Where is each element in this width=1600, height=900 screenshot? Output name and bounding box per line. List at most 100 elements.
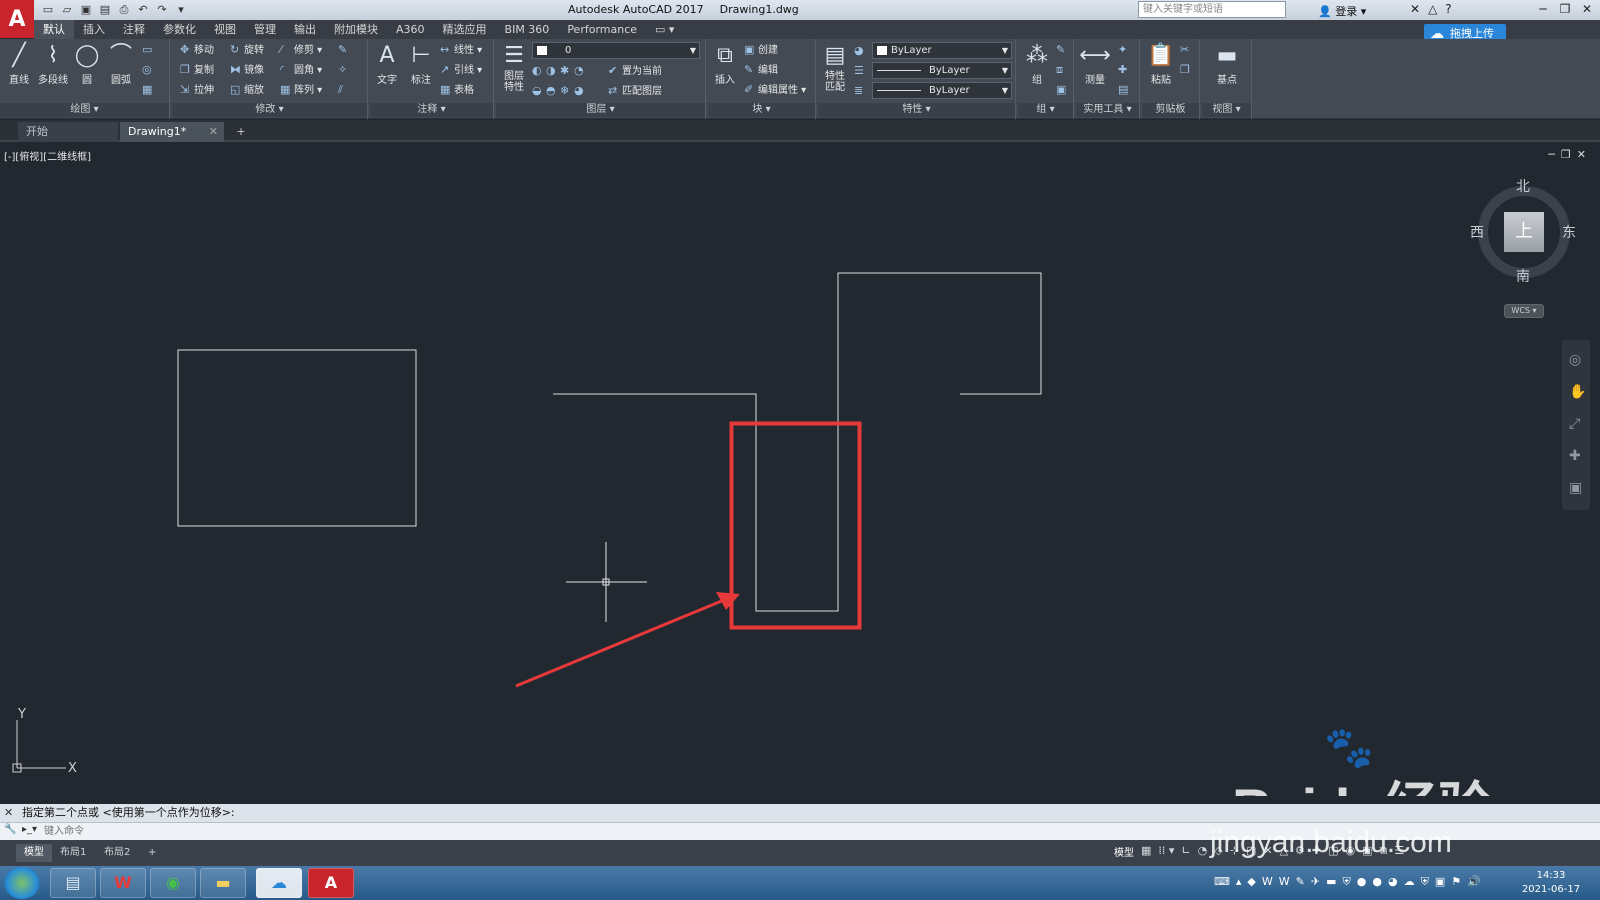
erase-tool[interactable]: ✎ [338, 41, 352, 59]
wcs-menu-button[interactable]: WCS ▾ [1504, 304, 1544, 318]
tab-default[interactable]: 默认 [34, 20, 74, 39]
make-current-tool[interactable]: ✔ 置为当前 [608, 62, 662, 80]
tray-security-icon[interactable]: ◆ [1247, 875, 1255, 889]
group-tool[interactable]: ⁂ 组 [1020, 41, 1054, 86]
match-layer-tool[interactable]: ⇄ 匹配图层 [608, 82, 662, 100]
fillet-tool[interactable]: ◜ 圆角 ▾ [280, 61, 322, 79]
a360-icon[interactable]: △ [1428, 2, 1437, 16]
quick-select-icon[interactable]: ✦ [1118, 41, 1132, 59]
ungroup-icon[interactable]: ⧈ [1056, 61, 1070, 79]
compass-east[interactable]: 东 [1562, 222, 1576, 242]
viewcube[interactable]: 上 北 南 东 西 [1470, 176, 1576, 285]
tab-bim360[interactable]: BIM 360 [496, 20, 559, 39]
linear-dim-tool[interactable]: ↔ 线性 ▾ [440, 41, 482, 59]
tray-flag-icon[interactable]: ⚑ [1451, 875, 1461, 889]
polyline-tool[interactable]: ⌇ 多段线 [36, 41, 70, 86]
create-block-tool[interactable]: ▣ 创建 [744, 41, 778, 59]
move-tool[interactable]: ✥ 移动 [180, 41, 214, 59]
pan-icon[interactable]: ✋ [1569, 384, 1586, 400]
stretch-tool[interactable]: ⇲ 拉伸 [180, 81, 214, 99]
base-view-tool[interactable]: ▬ 基点 [1210, 41, 1244, 86]
keyboard-icon[interactable]: ⌨ [1214, 875, 1230, 889]
scale-tool[interactable]: ◱ 缩放 [230, 81, 264, 99]
close-window-button[interactable]: ✕ [1576, 0, 1598, 18]
compass-north[interactable]: 北 [1516, 176, 1530, 196]
exchange-icon[interactable]: ✕ [1410, 2, 1420, 16]
layer-tools-row2[interactable]: ◒ ◓ ❄ ◕ [532, 82, 588, 100]
taskbar-browser-icon[interactable]: ◉ [150, 868, 196, 898]
help-icon[interactable]: ? [1445, 2, 1451, 16]
tray-shield-icon[interactable]: ⛨ [1343, 875, 1351, 889]
ortho-icon[interactable]: ∟ [1181, 844, 1190, 859]
rectangle-shape[interactable] [177, 349, 417, 527]
panel-groups-title[interactable]: 组 ▾ [1018, 103, 1073, 117]
orbit-icon[interactable]: ✚ [1569, 448, 1581, 464]
layer-tools-row1[interactable]: ◐ ◑ ✱ ◔ [532, 62, 588, 80]
line-tool[interactable]: ╱ 直线 [2, 41, 36, 86]
insert-block-tool[interactable]: ⧉ 插入 [708, 41, 742, 86]
add-layout-button[interactable]: + [140, 844, 164, 862]
save-as-icon[interactable]: ▤ [97, 2, 113, 18]
tab-output[interactable]: 输出 [285, 20, 325, 39]
copy-tool[interactable]: ❐ 复制 [180, 61, 214, 79]
viewcube-top-face[interactable]: 上 [1504, 212, 1544, 252]
panel-utilities-title[interactable]: 实用工具 ▾ [1076, 103, 1139, 117]
taskbar-file-icon[interactable]: ▤ [50, 868, 96, 898]
panel-properties-title[interactable]: 特性 ▾ [818, 103, 1015, 117]
taskbar-explorer-icon[interactable]: ▬ [200, 868, 246, 898]
trim-tool[interactable]: ⁄ 修剪 ▾ [280, 41, 322, 59]
tray-wps2-icon[interactable]: W [1279, 875, 1290, 889]
ribbon-options-icon[interactable]: ▭ ▾ [646, 20, 683, 39]
command-customize-icon[interactable]: 🔧 [4, 824, 16, 835]
text-tool[interactable]: A 文字 [370, 41, 404, 86]
lineweight-icon[interactable]: ≣ [854, 82, 868, 100]
dimension-tool[interactable]: ⊢ 标注 [404, 41, 438, 86]
edit-block-tool[interactable]: ✎ 编辑 [744, 61, 778, 79]
tab-featured-apps[interactable]: 精选应用 [434, 20, 496, 39]
login-button[interactable]: 👤 登录 ▾ [1318, 3, 1366, 19]
start-button[interactable] [4, 867, 40, 899]
drawing-viewport[interactable]: [-][俯视][二维线框] ─ ❐ ✕ 上 北 南 东 西 WCS ▾ ◎ ✋ … [0, 144, 1600, 796]
tray-network-app-icon[interactable]: ✈ [1311, 875, 1320, 889]
tray-qq2-icon[interactable]: ● [1372, 875, 1382, 889]
group-select-icon[interactable]: ▣ [1056, 81, 1070, 99]
match-properties-tool[interactable]: ▤ 特性匹配 [820, 41, 850, 93]
new-file-icon[interactable]: ▭ [40, 2, 56, 18]
tray-wps-icon[interactable]: W [1262, 875, 1273, 889]
panel-view-title[interactable]: 视图 ▾ [1202, 103, 1251, 117]
taskbar-clock[interactable]: 14:33 2021-06-17 [1516, 869, 1586, 897]
open-file-icon[interactable]: ▱ [59, 2, 75, 18]
tab-view[interactable]: 视图 [205, 20, 245, 39]
layer-dropdown[interactable]: 0 ▼ [532, 42, 700, 59]
color-icon[interactable]: ◕ [854, 42, 868, 60]
new-tab-button[interactable]: + [232, 122, 250, 142]
offset-tool[interactable]: ⫽ [338, 81, 352, 99]
viewport-restore-icon[interactable]: ❐ [1561, 148, 1571, 161]
tab-parametric[interactable]: 参数化 [154, 20, 205, 39]
layout-tab-layout1[interactable]: 布局1 [52, 844, 94, 862]
redo-icon[interactable]: ↷ [154, 2, 170, 18]
tab-insert[interactable]: 插入 [74, 20, 114, 39]
layer-properties-tool[interactable]: ☰ 图层特性 [498, 41, 530, 93]
compass-west[interactable]: 西 [1470, 222, 1484, 242]
array-tool[interactable]: ▦ 阵列 ▾ [280, 81, 322, 99]
tray-qq-icon[interactable]: ● [1357, 875, 1367, 889]
panel-layers-title[interactable]: 图层 ▾ [496, 103, 705, 117]
viewport-close-icon[interactable]: ✕ [1577, 148, 1586, 161]
panel-block-title[interactable]: 块 ▾ [708, 103, 815, 117]
ellipse-tool[interactable]: ◎ [142, 61, 156, 79]
calculator-icon[interactable]: ▤ [1118, 81, 1132, 99]
id-point-icon[interactable]: ✚ [1118, 61, 1132, 79]
tray-volume-icon[interactable]: 🔊 [1467, 875, 1481, 889]
panel-clipboard-title[interactable]: 剪贴板 [1142, 103, 1199, 117]
tab-drawing1[interactable]: Drawing1* ✕ [120, 122, 224, 142]
maximize-button[interactable]: ❐ [1554, 0, 1576, 18]
steering-wheel-icon[interactable]: ◎ [1569, 352, 1581, 368]
tray-netdisk-icon[interactable]: ☁ [1404, 875, 1415, 889]
minimize-button[interactable]: ─ [1532, 0, 1554, 18]
viewport-controls-label[interactable]: [-][俯视][二维线框] [4, 148, 91, 163]
taskbar-autocad-icon[interactable]: A [308, 868, 354, 898]
tab-addins[interactable]: 附加模块 [325, 20, 387, 39]
tray-expand-icon[interactable]: ▴ [1236, 875, 1242, 889]
drawing-canvas[interactable] [0, 144, 1600, 796]
